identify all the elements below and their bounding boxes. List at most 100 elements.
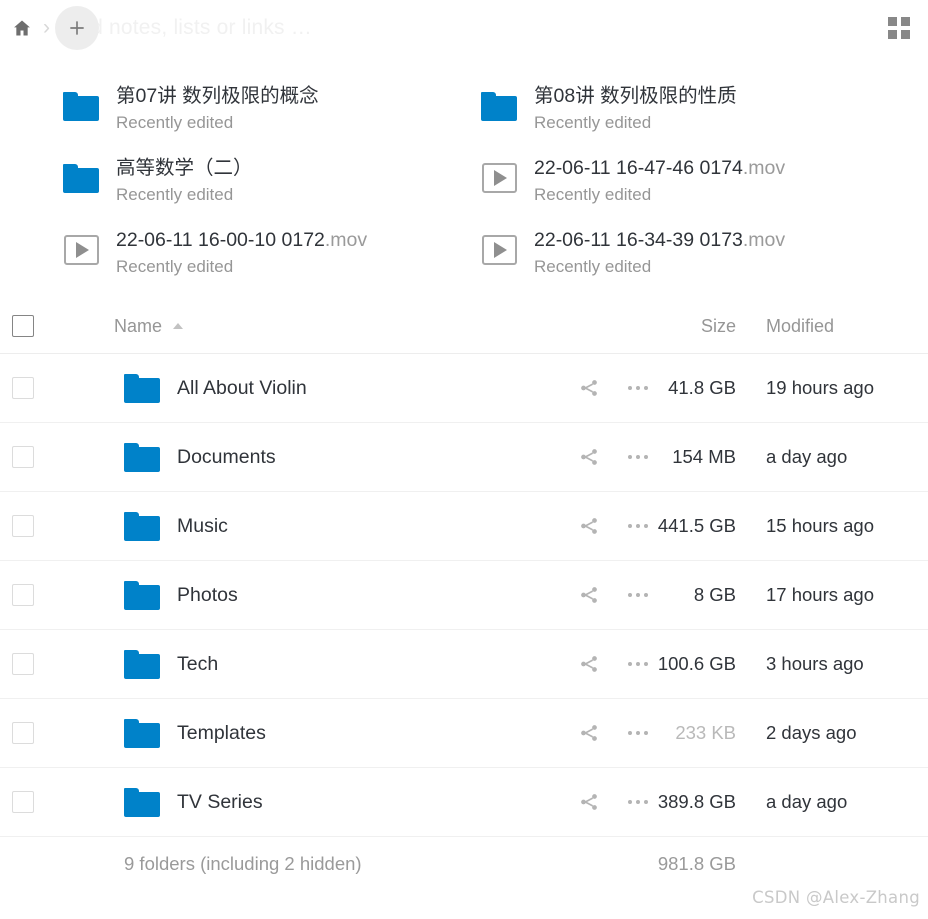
file-list-header: Name Size Modified: [0, 299, 928, 354]
row-checkbox[interactable]: [12, 722, 34, 744]
footer-spacer-modified: [748, 837, 928, 892]
row-checkbox-cell: [0, 354, 62, 423]
row-checkbox-cell: [0, 768, 62, 837]
recent-item[interactable]: 22-06-11 16-34-39 0173.mov Recently edit…: [480, 225, 928, 282]
row-checkbox[interactable]: [12, 446, 34, 468]
share-icon[interactable]: [578, 791, 600, 813]
recent-item-status: Recently edited: [534, 185, 652, 205]
grid-view-icon[interactable]: [884, 13, 914, 43]
row-actions-cell: [578, 423, 650, 492]
recent-item[interactable]: 高等数学（二） Recently edited: [62, 153, 480, 210]
recent-item-name: 22-06-11 16-47-46 0174.mov: [534, 157, 786, 179]
table-row[interactable]: Templates 233 KB 2 days ago: [0, 699, 928, 768]
home-icon[interactable]: [8, 14, 36, 42]
select-all-cell: [0, 299, 62, 354]
folder-icon: [124, 511, 160, 541]
row-name-cell[interactable]: Tech: [62, 630, 578, 699]
column-header-modified[interactable]: Modified: [748, 299, 928, 354]
file-size: 441.5 GB: [657, 515, 736, 536]
recent-item[interactable]: 22-06-11 16-00-10 0172.mov Recently edit…: [62, 225, 480, 282]
grid-cell: [901, 29, 910, 39]
share-icon[interactable]: [578, 446, 600, 468]
share-icon[interactable]: [578, 653, 600, 675]
row-name-cell[interactable]: TV Series: [62, 768, 578, 837]
select-all-checkbox[interactable]: [12, 315, 34, 337]
file-modified: a day ago: [766, 791, 848, 812]
more-actions-icon[interactable]: [626, 587, 650, 603]
footer-spacer-actions: [578, 837, 650, 892]
row-checkbox-cell: [0, 561, 62, 630]
table-row[interactable]: Photos 8 GB 17 hours ago: [0, 561, 928, 630]
recent-item-name: 22-06-11 16-34-39 0173.mov: [534, 229, 786, 251]
folder-icon: [124, 580, 160, 610]
row-name-cell[interactable]: Music: [62, 492, 578, 561]
table-row[interactable]: All About Violin 41.8 GB 19 hours ago: [0, 354, 928, 423]
row-checkbox-cell: [0, 423, 62, 492]
file-size: 154 MB: [672, 446, 736, 467]
recent-item-name: 高等数学（二）: [116, 157, 253, 179]
plus-icon: [70, 20, 84, 35]
share-icon[interactable]: [578, 515, 600, 537]
more-actions-icon[interactable]: [626, 449, 650, 465]
row-checkbox[interactable]: [12, 653, 34, 675]
file-name: All About Violin: [177, 376, 307, 399]
video-icon: [62, 231, 100, 269]
table-row[interactable]: Documents 154 MB a day ago: [0, 423, 928, 492]
file-modified: 2 days ago: [766, 722, 857, 743]
table-row[interactable]: TV Series 389.8 GB a day ago: [0, 768, 928, 837]
more-actions-icon[interactable]: [626, 380, 650, 396]
file-name: TV Series: [177, 790, 263, 813]
row-checkbox[interactable]: [12, 791, 34, 813]
file-name: Tech: [177, 652, 219, 675]
column-header-name-label: Name: [114, 315, 163, 336]
file-name: Photos: [177, 583, 238, 606]
row-actions-cell: [578, 699, 650, 768]
grid-glyph: [888, 16, 910, 39]
more-actions-icon[interactable]: [626, 794, 650, 810]
column-header-name[interactable]: Name: [62, 299, 578, 354]
breadcrumb-separator: ›: [43, 16, 50, 39]
file-name: Templates: [177, 721, 266, 744]
share-icon[interactable]: [578, 377, 600, 399]
file-name: Music: [177, 514, 228, 537]
video-icon: [480, 231, 518, 269]
row-actions-cell: [578, 768, 650, 837]
more-actions-icon[interactable]: [626, 518, 650, 534]
file-modified: 19 hours ago: [766, 377, 875, 398]
row-name-cell[interactable]: Templates: [62, 699, 578, 768]
file-list-table: Name Size Modified All About Violin 41.8…: [0, 299, 928, 891]
row-checkbox[interactable]: [12, 515, 34, 537]
row-checkbox[interactable]: [12, 584, 34, 606]
share-icon[interactable]: [578, 722, 600, 744]
row-name-cell[interactable]: All About Violin: [62, 354, 578, 423]
column-header-size[interactable]: Size: [650, 299, 748, 354]
recent-item-status: Recently edited: [116, 113, 234, 133]
share-icon[interactable]: [578, 584, 600, 606]
more-actions-icon[interactable]: [626, 656, 650, 672]
row-checkbox[interactable]: [12, 377, 34, 399]
recent-item[interactable]: 第07讲 数列极限的概念 Recently edited: [62, 81, 480, 138]
column-header-actions: [578, 299, 650, 354]
recent-item[interactable]: 22-06-11 16-47-46 0174.mov Recently edit…: [480, 153, 928, 210]
table-row[interactable]: Music 441.5 GB 15 hours ago: [0, 492, 928, 561]
file-size: 389.8 GB: [657, 791, 736, 812]
recent-item-status: Recently edited: [116, 257, 234, 277]
grid-cell: [888, 16, 897, 26]
table-row[interactable]: Tech 100.6 GB 3 hours ago: [0, 630, 928, 699]
recent-item-status: Recently edited: [116, 185, 234, 205]
file-size: 41.8 GB: [668, 377, 736, 398]
more-actions-icon[interactable]: [626, 725, 650, 741]
row-name-cell[interactable]: Photos: [62, 561, 578, 630]
recent-item[interactable]: 第08讲 数列极限的性质 Recently edited: [480, 81, 928, 138]
recently-edited-grid: 第07讲 数列极限的概念 Recently edited 第08讲 数列极限的性…: [0, 55, 928, 282]
grid-cell: [901, 16, 910, 26]
footer-spacer: [0, 837, 62, 892]
new-item-button[interactable]: [55, 5, 99, 50]
file-modified: 3 hours ago: [766, 653, 864, 674]
total-size: 981.8 GB: [657, 853, 736, 874]
recent-item-status: Recently edited: [534, 113, 652, 133]
sort-by-name[interactable]: Name: [114, 315, 184, 337]
video-icon: [480, 159, 518, 197]
row-name-cell[interactable]: Documents: [62, 423, 578, 492]
file-modified: 15 hours ago: [766, 515, 875, 536]
